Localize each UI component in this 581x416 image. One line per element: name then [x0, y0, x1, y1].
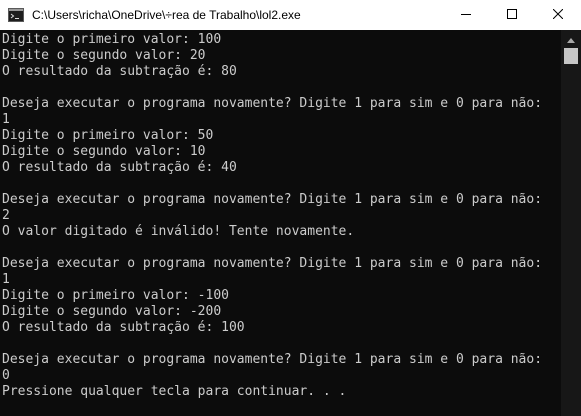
console-line: Digite o primeiro valor: 50	[2, 128, 214, 143]
title-bar[interactable]: C:\Users\richa\OneDrive\÷rea de Trabalho…	[0, 0, 581, 30]
maximize-icon	[507, 6, 517, 24]
minimize-icon	[461, 6, 471, 24]
console-line: Digite o segundo valor: 10	[2, 144, 206, 159]
scroll-up-button[interactable]	[561, 30, 581, 47]
console-line: O resultado da subtração é: 80	[2, 64, 237, 79]
console-window: C:\Users\richa\OneDrive\÷rea de Trabalho…	[0, 0, 581, 416]
console-line: Digite o segundo valor: -200	[2, 304, 222, 319]
console-line: Digite o primeiro valor: 100	[2, 32, 222, 47]
console-line: O valor digitado é inválido! Tente novam…	[2, 224, 355, 239]
console-line: O resultado da subtração é: 100	[2, 320, 245, 335]
console-line: Deseja executar o programa novamente? Di…	[2, 96, 543, 111]
close-button[interactable]	[535, 0, 581, 30]
console-app-icon	[8, 8, 24, 22]
console-line: Deseja executar o programa novamente? Di…	[2, 352, 543, 367]
chevron-up-icon	[567, 30, 575, 48]
console-output[interactable]: Digite o primeiro valor: 100 Digite o seg…	[0, 30, 561, 416]
close-icon	[552, 6, 564, 24]
console-line: Deseja executar o programa novamente? Di…	[2, 192, 543, 207]
console-line: Pressione qualquer tecla para continuar.…	[2, 384, 347, 399]
console-line: O resultado da subtração é: 40	[2, 160, 237, 175]
console-line: Deseja executar o programa novamente? Di…	[2, 256, 543, 271]
console-line: 2	[2, 208, 10, 223]
console-line: Digite o segundo valor: 20	[2, 48, 206, 63]
console-text: Digite o primeiro valor: 100 Digite o seg…	[2, 32, 542, 400]
maximize-button[interactable]	[489, 0, 535, 30]
console-line: 0	[2, 368, 10, 383]
minimize-button[interactable]	[443, 0, 489, 30]
console-line: 1	[2, 272, 10, 287]
console-line: 1	[2, 112, 10, 127]
window-title: C:\Users\richa\OneDrive\÷rea de Trabalho…	[32, 8, 301, 22]
scroll-thumb[interactable]	[564, 48, 578, 64]
vertical-scrollbar[interactable]	[561, 30, 581, 416]
console-line: Digite o primeiro valor: -100	[2, 288, 229, 303]
